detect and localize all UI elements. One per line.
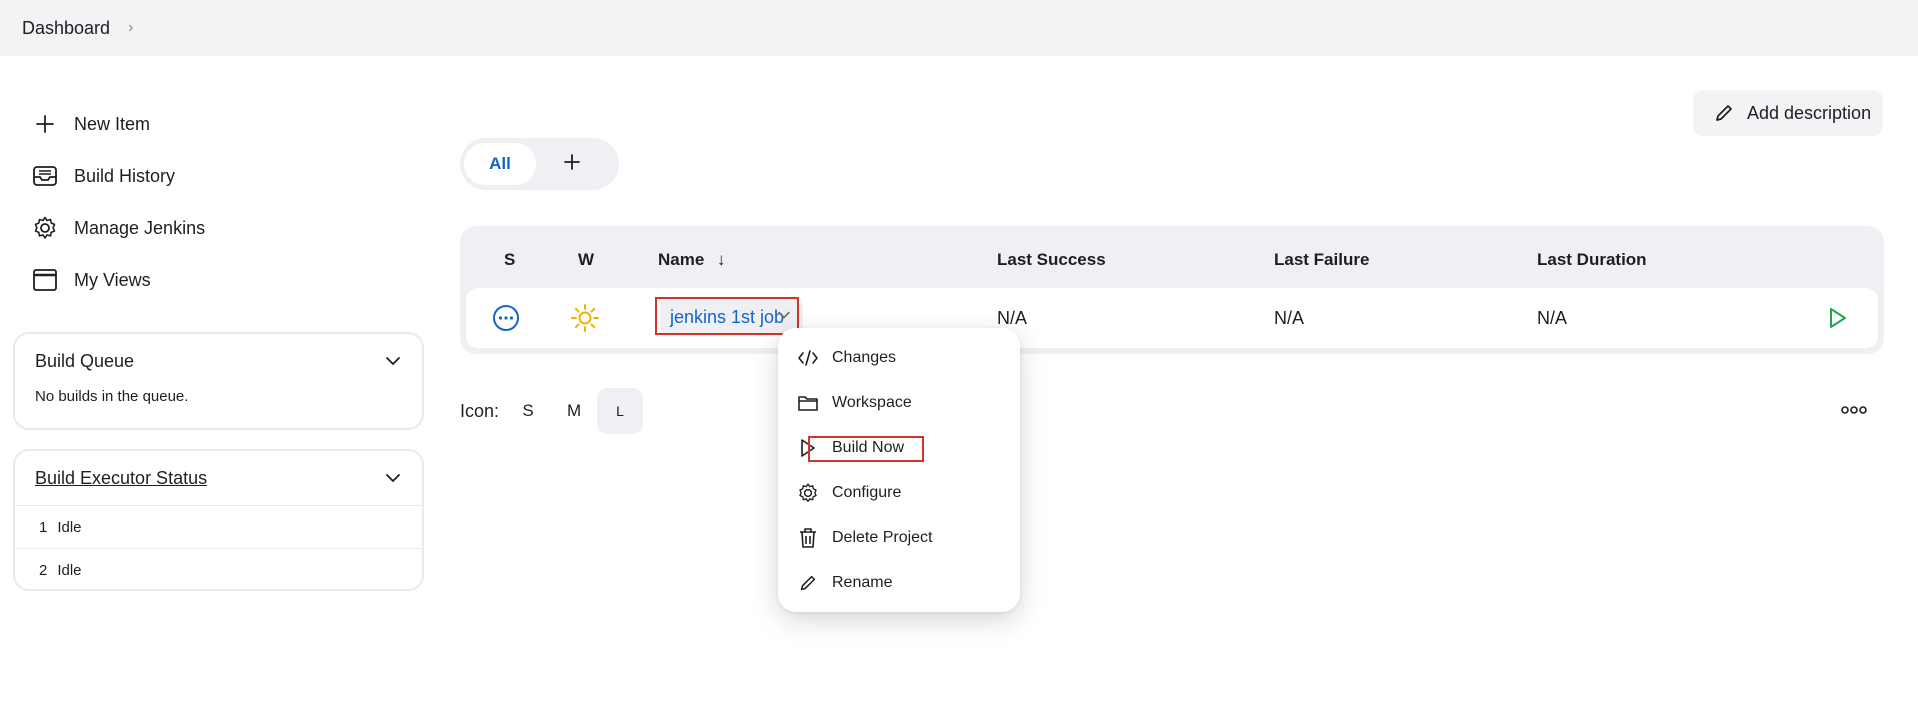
highlight-box bbox=[808, 436, 924, 462]
sidebar-item-label: Build History bbox=[74, 165, 176, 186]
column-header-weather[interactable]: W bbox=[578, 250, 594, 270]
executor-status-header[interactable]: Build Executor Status bbox=[15, 451, 422, 505]
breadcrumb-bar: Dashboard › bbox=[0, 0, 1918, 56]
executor-status-panel: Build Executor Status 1 Idle 2 Idle bbox=[13, 449, 424, 591]
last-failure-value: N/A bbox=[1274, 307, 1305, 328]
gear-icon bbox=[30, 213, 60, 243]
chevron-down-icon[interactable] bbox=[384, 468, 402, 489]
column-header-name[interactable]: Name ↓ bbox=[658, 250, 726, 270]
trash-icon bbox=[796, 526, 820, 550]
job-context-menu: Changes Workspace Build Now Configure De… bbox=[778, 328, 1020, 612]
add-description-button[interactable]: Add description bbox=[1693, 90, 1883, 136]
column-header-name-label: Name bbox=[658, 250, 705, 269]
build-queue-panel: Build Queue No builds in the queue. bbox=[13, 332, 424, 430]
executor-row: 2 Idle bbox=[15, 548, 422, 591]
build-queue-empty-text: No builds in the queue. bbox=[35, 388, 189, 405]
plus-icon bbox=[30, 109, 60, 139]
menu-item-label: Rename bbox=[832, 574, 893, 591]
menu-item-label: Workspace bbox=[832, 394, 912, 411]
build-queue-title: Build Queue bbox=[35, 350, 135, 371]
menu-item-label: Changes bbox=[832, 349, 897, 366]
menu-item-rename[interactable]: Rename bbox=[796, 568, 892, 598]
add-description-label: Add description bbox=[1747, 102, 1872, 123]
icon-size-s[interactable]: S bbox=[505, 388, 551, 434]
executor-state: Idle bbox=[57, 518, 82, 536]
icon-size-selector: Icon: S M L bbox=[460, 388, 644, 434]
breadcrumb-separator[interactable]: › bbox=[128, 19, 133, 37]
icon-size-m[interactable]: M bbox=[551, 388, 597, 434]
column-header-last-duration[interactable]: Last Duration bbox=[1537, 250, 1647, 270]
menu-item-label: Configure bbox=[832, 484, 902, 501]
add-view-button[interactable] bbox=[536, 143, 608, 185]
sidebar-item-new-item[interactable]: New Item bbox=[30, 98, 420, 150]
pencil-icon bbox=[796, 571, 820, 595]
menu-item-changes[interactable]: Changes bbox=[796, 343, 896, 373]
status-icon[interactable] bbox=[492, 288, 520, 348]
highlight-box bbox=[655, 297, 799, 335]
column-header-last-failure[interactable]: Last Failure bbox=[1274, 250, 1369, 270]
executor-number: 1 bbox=[39, 518, 48, 536]
sidebar-item-manage-jenkins[interactable]: Manage Jenkins bbox=[30, 202, 420, 254]
chevron-down-icon[interactable] bbox=[384, 351, 402, 372]
pencil-icon bbox=[1713, 102, 1735, 124]
inbox-icon bbox=[30, 161, 60, 191]
executor-state: Idle bbox=[57, 561, 82, 579]
code-icon bbox=[796, 346, 820, 370]
menu-item-label: Delete Project bbox=[832, 529, 933, 546]
sidebar-item-label: Manage Jenkins bbox=[74, 217, 206, 238]
last-duration-value: N/A bbox=[1537, 307, 1568, 328]
column-header-status[interactable]: S bbox=[504, 250, 515, 270]
sidebar-item-label: My Views bbox=[74, 269, 151, 290]
build-play-icon[interactable] bbox=[1824, 288, 1850, 348]
menu-item-configure[interactable]: Configure bbox=[796, 478, 901, 508]
build-queue-header[interactable]: Build Queue bbox=[15, 334, 422, 388]
gear-icon bbox=[796, 481, 820, 505]
sidebar-item-my-views[interactable]: My Views bbox=[30, 254, 420, 306]
folder-icon bbox=[796, 391, 820, 415]
executor-status-title[interactable]: Build Executor Status bbox=[35, 468, 207, 489]
sidebar-tasks: New Item Build History Manage Jenkins My… bbox=[30, 98, 420, 306]
executor-row: 1 Idle bbox=[15, 505, 422, 548]
menu-item-delete-project[interactable]: Delete Project bbox=[796, 523, 933, 553]
sidebar-item-label: New Item bbox=[74, 113, 151, 134]
window-icon bbox=[30, 265, 60, 295]
icon-size-label: Icon: bbox=[460, 400, 500, 421]
sort-arrow-icon: ↓ bbox=[717, 250, 726, 269]
executor-number: 2 bbox=[39, 561, 48, 579]
weather-sun-icon[interactable] bbox=[570, 288, 600, 348]
tab-all[interactable]: All bbox=[464, 143, 536, 185]
plus-icon bbox=[562, 152, 582, 177]
menu-item-workspace[interactable]: Workspace bbox=[796, 388, 912, 418]
breadcrumb-dashboard[interactable]: Dashboard bbox=[22, 18, 110, 39]
column-header-last-success[interactable]: Last Success bbox=[997, 250, 1106, 270]
icon-size-l[interactable]: L bbox=[597, 388, 644, 434]
sidebar-item-build-history[interactable]: Build History bbox=[30, 150, 420, 202]
view-tabs: All bbox=[460, 138, 619, 190]
more-options-icon[interactable] bbox=[1840, 404, 1868, 416]
